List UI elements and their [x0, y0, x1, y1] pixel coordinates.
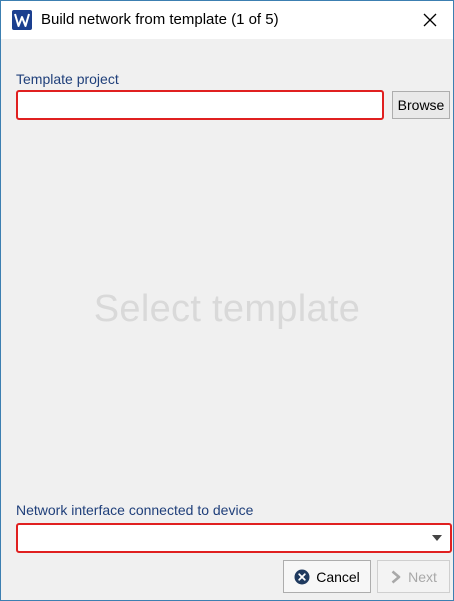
chevron-down-icon[interactable]	[432, 535, 442, 541]
close-button[interactable]	[407, 1, 453, 39]
cancel-button[interactable]: Cancel	[283, 560, 371, 593]
template-project-input[interactable]	[16, 90, 384, 120]
network-interface-label: Network interface connected to device	[16, 502, 254, 518]
title-bar[interactable]: Build network from template (1 of 5)	[1, 1, 453, 39]
network-interface-select[interactable]	[16, 523, 452, 553]
cancel-button-label: Cancel	[316, 568, 360, 585]
template-project-label: Template project	[16, 71, 119, 87]
app-logo-icon	[12, 10, 32, 30]
template-preview-area: Select template	[1, 139, 453, 479]
dialog-body: Template project Browse Select template …	[1, 39, 453, 600]
browse-button[interactable]: Browse	[392, 91, 450, 119]
chevron-right-icon	[390, 570, 402, 584]
next-button-label: Next	[408, 568, 437, 585]
window-title: Build network from template (1 of 5)	[41, 11, 279, 28]
dialog-window: Build network from template (1 of 5) Tem…	[0, 0, 454, 601]
close-icon	[423, 13, 437, 27]
select-template-placeholder: Select template	[93, 287, 361, 330]
cancel-circle-icon	[294, 569, 310, 585]
next-button[interactable]: Next	[377, 560, 450, 593]
